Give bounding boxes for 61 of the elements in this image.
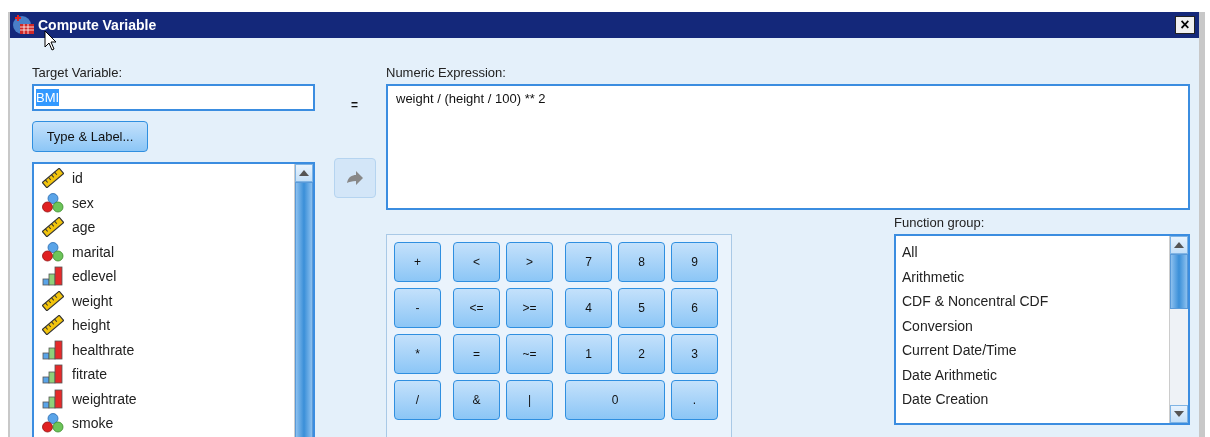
keypad-key[interactable]: 8 [618,242,665,282]
field-label: Target Variable: [32,65,124,82]
keypad-key[interactable]: < [453,242,500,282]
type-label-button[interactable]: Type & Label... [32,121,148,152]
field-label: Function group: [894,215,986,232]
keypad-key[interactable]: 9 [671,242,718,282]
variable-item[interactable]: id [72,170,83,187]
function-group-item[interactable]: Date Creation [902,387,1169,412]
variable-item[interactable]: edlevel [72,268,117,285]
keypad-key[interactable]: * [394,334,441,374]
keypad-key[interactable]: = [453,334,500,374]
close-button[interactable]: × [1175,16,1195,34]
variable-item[interactable]: age [72,219,96,236]
keypad-key[interactable]: 5 [618,288,665,328]
three-balls-icon [42,413,64,434]
equals-sign: = [351,98,358,112]
function-group-item[interactable]: Arithmetic [902,264,1169,289]
variable-item[interactable]: fitrate [72,366,107,383]
variable-item[interactable]: sex [72,194,94,211]
function-group-item[interactable]: All [902,240,1169,265]
keypad-key[interactable]: 4 [565,288,612,328]
keypad-key[interactable]: - [394,288,441,328]
bar-steps-icon [42,266,64,287]
bar-steps-icon [42,388,64,409]
arrow-icon [345,171,364,185]
function-group-item[interactable]: Current Date/Time [902,338,1169,363]
keypad-key[interactable]: + [394,242,441,282]
function-group-item[interactable]: CDF & Noncentral CDF [902,289,1169,314]
keypad-key[interactable]: 1 [565,334,612,374]
keypad-key[interactable]: 6 [671,288,718,328]
variable-item[interactable]: marital [72,243,114,260]
keypad-key[interactable]: 7 [565,242,612,282]
field-label: Numeric Expression: [386,65,507,82]
keypad-key[interactable]: . [671,380,718,420]
keypad-key[interactable]: | [506,380,553,420]
keypad-key[interactable]: >= [506,288,553,328]
expression-field[interactable]: weight / (height / 100) ** 2 [386,84,1190,210]
variable-item[interactable]: weight [72,292,113,309]
variable-item[interactable]: smoke [72,415,114,432]
keypad-key[interactable]: / [394,380,441,420]
variable-item[interactable]: height [72,317,111,334]
keypad-key[interactable]: & [453,380,500,420]
three-balls-icon [42,241,64,262]
keypad-key[interactable]: > [506,242,553,282]
table-icon [12,15,36,35]
keypad-key[interactable]: ~= [506,334,553,374]
function-group-item[interactable]: Date Arithmetic [902,362,1169,387]
variable-item[interactable]: healthrate [72,341,135,358]
scroll-bar[interactable] [294,164,313,437]
keypad-key[interactable]: 3 [671,334,718,374]
function-group-item[interactable]: Conversion [902,313,1169,338]
move-arrow-button[interactable] [333,158,376,198]
keypad-key[interactable]: 2 [618,334,665,374]
three-balls-icon [42,192,64,213]
scroll-bar[interactable] [1169,236,1188,423]
bar-steps-icon [42,339,64,360]
variable-item[interactable]: weightrate [72,390,137,407]
bar-steps-icon [42,364,64,385]
keypad-key[interactable]: <= [453,288,500,328]
window-title: Compute Variable [38,17,158,33]
keypad-key[interactable]: 0 [565,380,665,420]
